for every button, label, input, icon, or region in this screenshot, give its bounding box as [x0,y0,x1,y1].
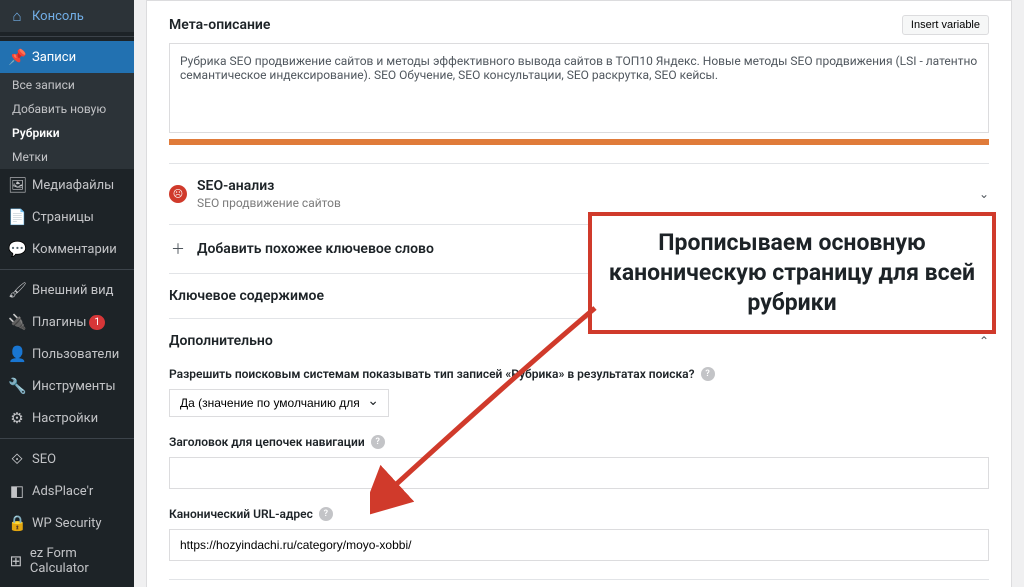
key-content-title: Ключевое содержимое [169,288,324,304]
plugin-badge: 1 [89,315,105,330]
seo-icon: ⟐ [8,450,26,468]
add-keyword-title: Добавить похожее ключевое слово [197,241,434,257]
allow-search-select[interactable]: Да (значение по умолчанию для тип [169,389,389,417]
sidebar-label: Комментарии [32,242,117,257]
allow-search-label: Разрешить поисковым системам показывать … [169,367,695,381]
submenu-add-new[interactable]: Добавить новую [0,97,134,121]
sidebar-label: Внешний вид [32,283,114,298]
sidebar-item-ezform[interactable]: ⊞ ez Form Calculator [0,539,134,583]
sidebar-label: Страницы [32,210,94,225]
sidebar-item-atomicblocks[interactable]: ⊡ Atomic Blocks [0,583,134,587]
sidebar-item-settings[interactable]: ⚙ Настройки [0,402,134,434]
sidebar-label: Плагины [32,315,86,330]
sidebar-label: Пользователи [32,347,119,362]
frown-icon: ☹ [169,185,187,203]
wrench-icon: 🔧 [8,377,26,395]
meta-description-input[interactable] [169,43,989,133]
sidebar-label: WP Security [32,516,102,531]
brush-icon: 🖌 [8,281,26,299]
meta-progress-bar [169,139,989,145]
pin-icon: 📌 [8,48,26,66]
seo-analysis-sub: SEO продвижение сайтов [197,196,341,210]
comment-icon: 💬 [8,240,26,258]
sidebar-label: ez Form Calculator [30,546,126,576]
lock-icon: 🔒 [8,514,26,532]
chevron-up-icon: ⌃ [979,334,989,348]
user-icon: 👤 [8,345,26,363]
plus-icon: ＋ [169,239,187,259]
sidebar-item-pages[interactable]: 📄 Страницы [0,201,134,233]
sidebar-item-media[interactable]: 🖼 Медиафайлы [0,169,134,201]
submenu-tags[interactable]: Метки [0,145,134,169]
help-icon[interactable]: ? [701,367,715,381]
sidebar-label: AdsPlace'r [32,484,93,499]
sidebar-item-users[interactable]: 👤 Пользователи [0,338,134,370]
sidebar-item-posts[interactable]: 📌 Записи [0,41,134,73]
plugin-icon: 🔌 [8,313,26,331]
sidebar-item-adsplacer[interactable]: ◧ AdsPlace'r [0,475,134,507]
sidebar-label: SEO [32,452,56,467]
sidebar-label: Настройки [32,411,98,426]
gear-icon: ⚙ [8,409,26,427]
sidebar-label: Медиафайлы [32,178,114,193]
canonical-label: Канонический URL-адрес [169,507,313,521]
sidebar-item-comments[interactable]: 💬 Комментарии [0,233,134,265]
sidebar-item-appearance[interactable]: 🖌 Внешний вид [0,274,134,306]
sidebar-item-seo[interactable]: ⟐ SEO [0,443,134,475]
sidebar-label: Инструменты [32,379,116,394]
canonical-url-input[interactable] [169,529,989,561]
media-icon: 🖼 [8,176,26,194]
meta-description-title: Мета-описание [169,17,270,33]
form-icon: ⊞ [8,552,24,570]
sidebar-item-plugins[interactable]: 🔌 Плагины 1 [0,306,134,338]
breadcrumb-input[interactable] [169,457,989,489]
breadcrumb-label: Заголовок для цепочек навигации [169,435,365,449]
additional-title: Дополнительно [169,333,273,349]
sidebar-item-console[interactable]: ⌂ Консоль [0,0,134,32]
sidebar-submenu: Все записи Добавить новую Рубрики Метки [0,73,134,169]
annotation-callout: Прописываем основную каноническую страни… [588,212,996,334]
sidebar-label: Записи [32,50,76,65]
sidebar-item-tools[interactable]: 🔧 Инструменты [0,370,134,402]
admin-sidebar: ⌂ Консоль 📌 Записи Все записи Добавить н… [0,0,134,587]
page-icon: 📄 [8,208,26,226]
help-icon[interactable]: ? [319,507,333,521]
submenu-all-posts[interactable]: Все записи [0,73,134,97]
chevron-down-icon: ⌄ [979,187,989,201]
ads-icon: ◧ [8,482,26,500]
console-icon: ⌂ [8,7,26,25]
seo-analysis-title: SEO-анализ [197,178,341,194]
additional-body: Разрешить поисковым системам показывать … [169,363,989,579]
insert-variable-button[interactable]: Insert variable [902,15,989,35]
submenu-categories[interactable]: Рубрики [0,121,134,145]
sidebar-label: Консоль [32,9,84,24]
sidebar-item-wpsecurity[interactable]: 🔒 WP Security [0,507,134,539]
help-icon[interactable]: ? [371,435,385,449]
